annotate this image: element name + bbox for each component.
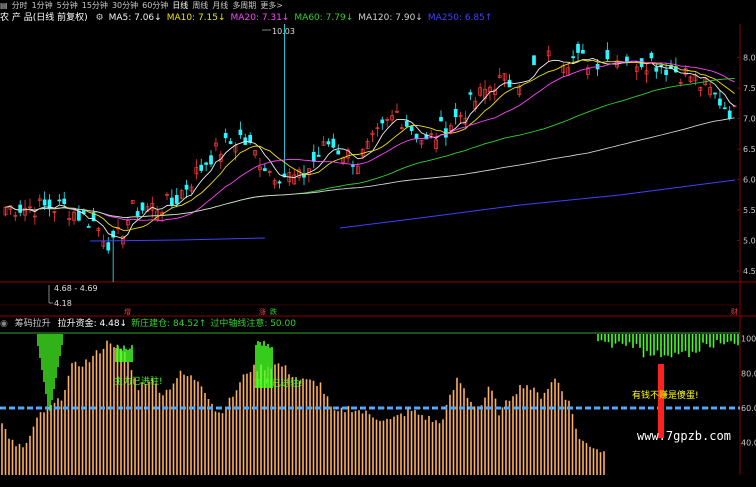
- candle-body: [409, 126, 414, 132]
- candle-body: [351, 165, 355, 167]
- y-tick-4: 6.0: [743, 176, 756, 185]
- candle-body: [135, 211, 140, 217]
- candle-body: [718, 98, 722, 106]
- ma-line-2: [5, 60, 735, 222]
- candle-body: [507, 79, 512, 88]
- candle-body: [248, 135, 253, 143]
- y-tick-3: 6.5: [743, 145, 756, 154]
- ma-line-4: [5, 117, 735, 218]
- candle-body: [57, 199, 62, 202]
- candle-body: [62, 198, 67, 204]
- candle-body: [722, 107, 727, 110]
- annotation-entry-2: 主力已进驻!: [254, 377, 303, 389]
- annotation-entry-1: 主力已进驻!: [114, 375, 163, 387]
- y-tick-1: 7.5: [743, 84, 756, 93]
- candle-body: [18, 204, 23, 213]
- candle-body: [184, 184, 189, 190]
- candle-body: [228, 141, 233, 144]
- candle-body: [605, 50, 610, 60]
- event-marker-0: 增: [124, 307, 131, 316]
- candle-body: [199, 164, 204, 171]
- candle-body: [106, 242, 111, 251]
- y-tick-2: 7.0: [743, 115, 756, 124]
- y-tick-0: 8.0: [743, 54, 756, 63]
- candle-body: [581, 49, 585, 54]
- candle-body: [453, 108, 458, 118]
- candle-body: [326, 141, 331, 145]
- range-label: 4.68 - 4.69: [54, 284, 98, 293]
- candle-body: [468, 92, 473, 95]
- annotation-slogan: 有钱不赚是傻蛋!: [632, 389, 699, 401]
- low-price-label: 4.18: [54, 299, 72, 308]
- candle-body: [331, 138, 336, 148]
- ma-line-0: [5, 57, 735, 240]
- ind-y-tick-0: 100: [741, 335, 756, 344]
- candle-body: [404, 120, 409, 127]
- y-tick-6: 5.0: [743, 237, 756, 246]
- event-marker-2: 跌: [270, 307, 277, 316]
- ma250-line-early: [89, 237, 266, 242]
- event-marker-3: 财: [731, 307, 738, 316]
- candle-body: [277, 181, 282, 184]
- ma250-line: [339, 179, 736, 229]
- candle-body: [439, 116, 443, 122]
- candle-body: [664, 69, 668, 76]
- ma-line-3: [5, 77, 735, 218]
- y-tick-7: 4.5: [743, 267, 756, 276]
- candle-body: [649, 52, 654, 59]
- red-signal-bar: [658, 364, 664, 438]
- candle-body: [713, 92, 717, 95]
- high-price-label: 10.03: [272, 27, 295, 36]
- candle-body: [209, 155, 213, 165]
- candle-body: [576, 43, 580, 53]
- candle-body: [223, 132, 228, 139]
- candle-body: [86, 226, 91, 228]
- candle-body: [204, 162, 208, 165]
- candle-body: [262, 168, 267, 172]
- candle-body: [727, 110, 732, 119]
- candle-body: [170, 197, 174, 206]
- candle-body: [654, 67, 659, 72]
- candle-body: [140, 202, 145, 211]
- candle-body: [380, 119, 385, 124]
- ma-line-1: [5, 59, 735, 231]
- ind-y-tick-2: 60.0: [741, 404, 756, 413]
- candle-body: [311, 151, 316, 162]
- event-marker-1: 涨: [259, 307, 266, 316]
- candle-body: [336, 150, 341, 155]
- ind-y-tick-1: 80.0: [741, 369, 756, 378]
- candle-body: [42, 199, 47, 206]
- candle-body: [532, 55, 536, 66]
- candle-body: [77, 210, 81, 221]
- chart-canvas[interactable]: 8.0 7.5 7.0 6.5 6.0 5.5 5.0 4.5 10.03 4.18 4.68 - …: [0, 0, 756, 487]
- candle-body: [571, 56, 575, 59]
- candle-body: [174, 195, 179, 204]
- ind-y-tick-3: 40.0: [741, 439, 756, 448]
- candle-body: [316, 154, 321, 157]
- watermark: www.7gpzb.com: [637, 429, 731, 443]
- y-tick-5: 5.5: [743, 206, 756, 215]
- candle-body: [238, 129, 243, 135]
